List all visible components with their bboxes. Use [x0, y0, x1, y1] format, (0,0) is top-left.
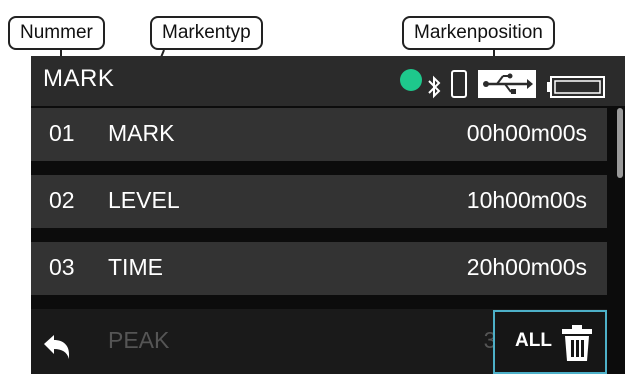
- phone-icon: [451, 70, 467, 98]
- delete-all-label: ALL: [515, 330, 552, 351]
- usb-icon: [478, 70, 536, 98]
- delete-all-button[interactable]: ALL: [493, 310, 607, 374]
- header-bar: MARK: [31, 56, 625, 106]
- mark-type: TIME: [108, 254, 163, 280]
- mark-row[interactable]: 02 LEVEL 10h00m00s: [31, 175, 607, 228]
- mark-row[interactable]: 01 MARK 00h00m00s: [31, 108, 607, 161]
- device-screen: MARK 01 MARK 00h00m00s 02 LEVEL 10h00m00…: [31, 56, 625, 374]
- battery-icon: [547, 76, 605, 98]
- callout-markentyp: Markentyp: [150, 16, 263, 50]
- mark-number: 01: [49, 120, 75, 146]
- callout-nummer: Nummer: [8, 16, 105, 50]
- mark-row[interactable]: 03 TIME 20h00m00s: [31, 242, 607, 295]
- mark-position: 20h00m00s: [466, 254, 587, 280]
- mark-number: 03: [49, 254, 75, 280]
- recording-indicator-dot: [400, 69, 422, 91]
- mark-type: PEAK: [108, 327, 170, 353]
- callout-markenposition: Markenposition: [402, 16, 555, 50]
- mark-type: LEVEL: [108, 187, 180, 213]
- bluetooth-icon: [428, 75, 441, 99]
- trash-icon: [562, 325, 592, 361]
- mark-type: MARK: [108, 120, 175, 146]
- page-title: MARK: [43, 65, 115, 92]
- mark-number: 02: [49, 187, 75, 213]
- mark-position: 10h00m00s: [466, 187, 587, 213]
- scrollbar-thumb[interactable]: [617, 108, 623, 178]
- back-arrow-icon[interactable]: [41, 332, 71, 362]
- mark-position: 00h00m00s: [466, 120, 587, 146]
